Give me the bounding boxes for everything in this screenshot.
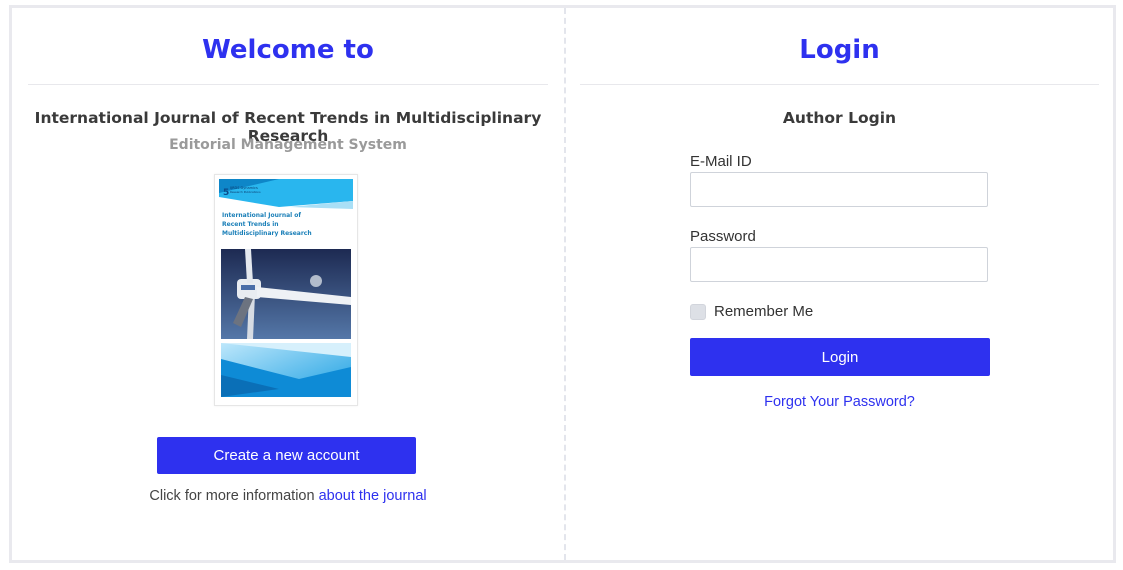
login-button[interactable]: Login bbox=[690, 338, 990, 376]
login-panel: Login Author Login E-Mail ID Password Re… bbox=[566, 8, 1113, 560]
welcome-panel: Welcome to International Journal of Rece… bbox=[12, 8, 564, 560]
cover-title-line-1: International Journal of bbox=[222, 212, 301, 219]
login-title: Login bbox=[799, 35, 880, 65]
journal-cover-image: 5 IJRDS Dynamics Research Publications I… bbox=[214, 174, 358, 406]
journal-info: Click for more information about the jou… bbox=[12, 488, 564, 504]
info-text: Click for more information bbox=[149, 488, 319, 504]
publisher-sub: Research Publications bbox=[230, 190, 261, 194]
main-frame: Welcome to International Journal of Rece… bbox=[9, 5, 1116, 563]
system-subtitle: Editorial Management System bbox=[169, 137, 407, 153]
remember-me-label: Remember Me bbox=[714, 303, 814, 320]
password-field[interactable] bbox=[690, 247, 988, 282]
about-journal-link[interactable]: about the journal bbox=[319, 488, 427, 504]
welcome-divider bbox=[28, 84, 548, 85]
cover-title-line-2: Recent Trends in bbox=[222, 221, 279, 228]
welcome-title: Welcome to bbox=[202, 35, 374, 65]
publisher-badge: 5 bbox=[223, 188, 229, 198]
author-login-heading: Author Login bbox=[782, 109, 897, 127]
remember-me-checkbox[interactable] bbox=[690, 304, 706, 320]
password-label: Password bbox=[690, 228, 756, 245]
create-account-button[interactable]: Create a new account bbox=[157, 437, 416, 474]
login-divider bbox=[580, 84, 1099, 85]
email-field[interactable] bbox=[690, 172, 988, 207]
forgot-password-link[interactable]: Forgot Your Password? bbox=[566, 394, 1113, 410]
email-label: E-Mail ID bbox=[690, 153, 752, 170]
cover-title-line-3: Multidisciplinary Research bbox=[222, 230, 312, 237]
